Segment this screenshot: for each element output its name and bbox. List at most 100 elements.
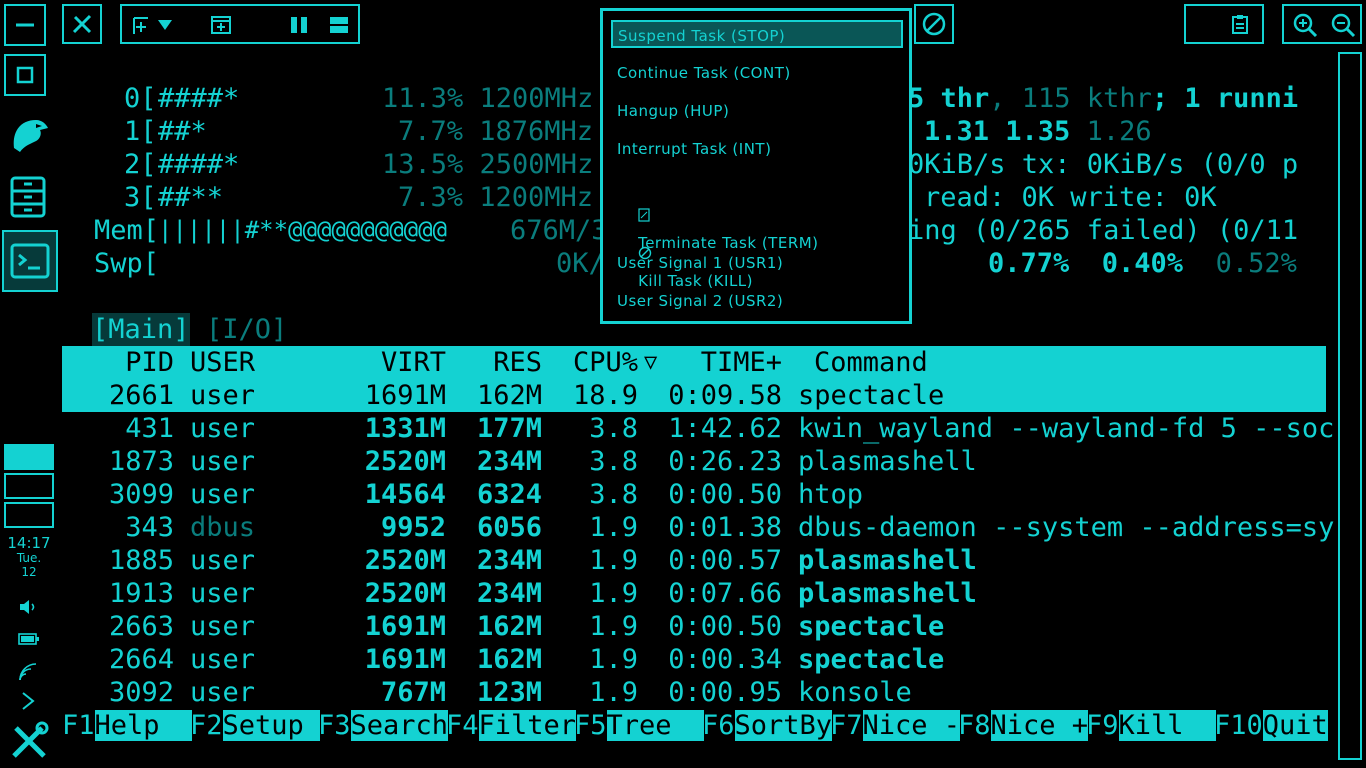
fkey-number: F5 (574, 710, 607, 741)
fkey-f3[interactable]: F3Search (318, 709, 449, 742)
table-row-selected[interactable]: 2661 user 1691M 162M 18.9 0:09.58 spectacle (62, 379, 1326, 412)
table-row[interactable]: 343 dbus 9952 6056 1.9 0:01.38 dbus-daemon --s… (62, 511, 1334, 544)
table-row[interactable]: 1885 user 2520M 234M 1.9 0:00.57 plasmashell (62, 544, 1326, 577)
clock-time: 14:17 (7, 534, 51, 552)
clock-day: Tue. (16, 551, 42, 565)
fkey-label: Search (350, 710, 449, 741)
menu-item-usr1[interactable]: User Signal 1 (USR1) (617, 249, 783, 277)
cpu2-value: 13.5% 2500MHz (382, 149, 594, 180)
zoom-in-icon (1293, 13, 1318, 38)
tools-icon (12, 721, 49, 758)
fkey-f5[interactable]: F5Tree (574, 709, 705, 742)
zoom-out-button[interactable] (1330, 12, 1356, 38)
menu-item-usr2[interactable]: User Signal 2 (USR2) (617, 287, 783, 315)
cell-user: user (190, 446, 256, 477)
settings-button[interactable] (8, 720, 50, 762)
network-meter: 0KiB/s tx: 0KiB/s (0/0 p (908, 149, 1299, 180)
split-horizontal-button[interactable] (328, 14, 350, 36)
col-user[interactable]: USER (190, 346, 255, 379)
cell-user: user (190, 380, 256, 411)
minimize-button[interactable] (4, 4, 46, 46)
split-button[interactable] (210, 14, 232, 36)
clock[interactable]: 14:17 Tue. 12 (0, 535, 58, 579)
table-row[interactable]: 431 user 1331M 177M 3.8 1:42.62 kwin_wayland -… (62, 412, 1334, 445)
cell-virt: 767M (380, 677, 446, 708)
fkey-f6[interactable]: F6SortBy (702, 709, 833, 742)
cancel-button[interactable] (914, 4, 954, 44)
fkey-f9[interactable]: F9Kill (1086, 709, 1217, 742)
fkey-number: F9 (1086, 710, 1119, 741)
cpu1-value: 7.7% 1876MHz (398, 116, 594, 147)
col-time[interactable]: TIME+ (654, 346, 782, 379)
cell-res: 162M (476, 644, 542, 675)
col-cpu[interactable]: CPU% (558, 346, 638, 379)
new-tab-button[interactable] (130, 14, 180, 36)
col-pid[interactable]: PID (62, 346, 174, 379)
battery-indicator[interactable] (18, 632, 40, 646)
window-tools-button[interactable] (62, 4, 102, 44)
table-row[interactable]: 3099 user 14564 6324 3.8 0:00.50 htop (62, 478, 1326, 511)
table-row[interactable]: 2663 user 1691M 162M 1.9 0:00.50 spectacle (62, 610, 1326, 643)
swp-label: Swp[ (94, 248, 160, 279)
col-virt[interactable]: VIRT (302, 346, 446, 379)
cell-time: 0:00.57 (668, 545, 782, 576)
menu-item-kill[interactable]: Kill Task (KILL) (617, 211, 753, 290)
cell-command: kwin_wayland --wayland-fd 5 --soc (798, 413, 1335, 444)
cell-cpu: 18.9 (572, 380, 638, 411)
cell-time: 0:07.66 (668, 578, 782, 609)
cell-time: 0:09.58 (668, 380, 782, 411)
tools-icon (72, 14, 92, 34)
file-manager-launcher[interactable] (10, 176, 46, 218)
fkey-f7[interactable]: F7Nice - (830, 709, 961, 742)
cell-res: 6056 (476, 512, 542, 543)
fkey-f4[interactable]: F4Filter (446, 709, 577, 742)
table-row[interactable]: 2664 user 1691M 162M 1.9 0:00.34 spectacle (62, 643, 1326, 676)
table-row[interactable]: 1873 user 2520M 234M 3.8 0:26.23 plasmashell (62, 445, 1326, 478)
terminal-icon (10, 243, 50, 279)
load-average: 1.31 1.35 1.26 (924, 116, 1152, 147)
menu-item-term[interactable]: Terminate Task (TERM) (617, 173, 819, 252)
menu-item-hup[interactable]: Hangup (HUP) (617, 97, 729, 125)
app-logo[interactable] (6, 112, 50, 156)
cell-pid: 2661 (108, 380, 174, 411)
fkey-f2[interactable]: F2Setup (190, 709, 321, 742)
expand-tray-button[interactable] (20, 690, 36, 712)
cell-res: 6324 (476, 479, 542, 510)
zoom-in-button[interactable] (1292, 12, 1318, 38)
menu-item-int[interactable]: Interrupt Task (INT) (617, 135, 771, 163)
tab-main[interactable]: [Main] (92, 313, 190, 346)
pressure-meter: 0.77% 0.40% 0.52% (988, 248, 1297, 279)
volume-button[interactable] (18, 598, 38, 616)
col-res[interactable]: RES (462, 346, 542, 379)
terminal-launcher[interactable] (2, 230, 58, 292)
workspace-1[interactable] (4, 444, 54, 470)
cell-pid: 1873 (108, 446, 174, 477)
scrollbar[interactable] (1338, 52, 1362, 760)
clipboard-icon (1232, 15, 1248, 34)
workspace-2[interactable] (4, 473, 54, 499)
cell-cpu: 3.8 (589, 413, 638, 444)
cpu1-bar: ##* (158, 116, 207, 147)
maximize-button[interactable] (4, 54, 46, 96)
table-row[interactable]: 3092 user 767M 123M 1.9 0:00.95 konsole (62, 676, 1326, 709)
fkey-f10[interactable]: F10Quit (1214, 709, 1328, 742)
cell-time: 0:01.38 (668, 512, 782, 543)
table-row[interactable]: 1913 user 2520M 234M 1.9 0:07.66 plasmashell (62, 577, 1326, 610)
split-vertical-button[interactable] (288, 14, 310, 36)
fkey-label: Nice + (990, 710, 1089, 741)
fkey-f1[interactable]: F1Help (62, 709, 193, 742)
menu-item-cont[interactable]: Continue Task (CONT) (617, 59, 791, 87)
col-command[interactable]: Command (814, 346, 928, 379)
fkey-number: F8 (958, 710, 991, 741)
tiling-toolbar (120, 4, 360, 44)
clipboard-button[interactable] (1184, 4, 1264, 44)
tab-io[interactable]: [I/O] (206, 313, 287, 346)
cell-pid: 343 (125, 512, 174, 543)
wifi-icon (19, 663, 37, 681)
cell-command: spectacle (798, 611, 945, 642)
fkey-f8[interactable]: F8Nice + (958, 709, 1089, 742)
menu-item-stop[interactable]: Suspend Task (STOP) (611, 20, 903, 48)
network-indicator[interactable] (18, 662, 40, 682)
workspace-3[interactable] (4, 502, 54, 528)
fkey-number: F3 (318, 710, 351, 741)
